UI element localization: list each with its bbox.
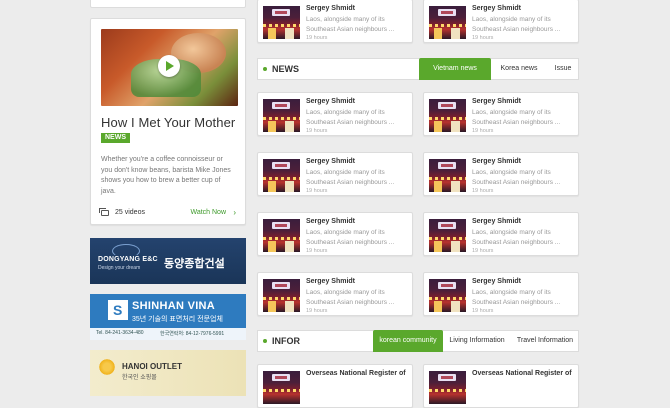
news-card[interactable]: Sergey Shmidt Laos, alongside many of it… — [423, 0, 579, 43]
tab-issue[interactable]: Issue — [546, 58, 580, 80]
section-title: INFOR — [272, 336, 300, 346]
news-author: Sergey Shmidt — [472, 5, 522, 12]
news-excerpt: Laos, alongside many of its Southeast As… — [306, 229, 395, 246]
news-time: 19 hours — [306, 308, 328, 314]
ad-brand: HANOI OUTLET — [122, 362, 182, 371]
video-library-icon — [99, 208, 109, 216]
news-thumbnail — [263, 279, 300, 312]
news-time: 19 hours — [306, 35, 328, 41]
tab-vietnam-news[interactable]: Vietnam news — [419, 58, 491, 80]
news-thumbnail — [263, 219, 300, 252]
video-footer: 25 videos Watch Now › — [99, 208, 238, 221]
infor-card[interactable]: Overseas National Register of — [257, 364, 413, 408]
infor-title: Overseas National Register of — [472, 370, 572, 377]
play-icon[interactable] — [158, 55, 180, 77]
news-excerpt: Laos, alongside many of its Southeast As… — [472, 16, 561, 33]
infor-card[interactable]: Overseas National Register of — [423, 364, 579, 408]
news-section-header: NEWS Vietnam news Korea news Issue — [257, 58, 579, 80]
news-card[interactable]: Sergey Shmidt Laos, alongside many of it… — [257, 152, 413, 196]
video-thumbnail[interactable] — [101, 29, 238, 106]
video-title[interactable]: How I Met Your Mother — [101, 115, 235, 130]
news-author: Sergey Shmidt — [306, 5, 356, 12]
news-thumbnail — [429, 99, 466, 132]
news-time: 19 hours — [472, 248, 494, 254]
ad-phone: Tel. 84-241-3634-480 — [96, 330, 144, 336]
video-card: How I Met Your Mother NEWS Whether you'r… — [90, 18, 246, 225]
flower-icon — [98, 358, 116, 376]
infor-thumbnail — [429, 371, 466, 404]
news-time: 19 hours — [306, 248, 328, 254]
ad-brand: DONGYANG E&C — [98, 256, 158, 263]
tab-korea-news[interactable]: Korea news — [492, 58, 546, 80]
section-bullet-icon — [263, 339, 267, 343]
ad-korean-text: 35년 기술의 표면처리 전문업체 — [132, 316, 223, 323]
ad-dongyang[interactable]: DONGYANG E&C Design your dream 동양종합건설 — [90, 238, 246, 284]
ad-contact-strip: Tel. 84-241-3634-480 한국연락처: 84-12-7976-5… — [90, 328, 246, 340]
news-card[interactable]: Sergey Shmidt Laos, alongside many of it… — [257, 272, 413, 316]
news-excerpt: Laos, alongside many of its Southeast As… — [306, 289, 395, 306]
news-author: Sergey Shmidt — [472, 218, 522, 225]
news-card[interactable]: Sergey Shmidt Laos, alongside many of it… — [257, 0, 413, 43]
news-thumbnail — [263, 159, 300, 192]
news-badge: NEWS — [101, 133, 130, 143]
section-title: NEWS — [272, 64, 299, 74]
news-card[interactable]: Sergey Shmidt Laos, alongside many of it… — [257, 212, 413, 256]
watch-now-link[interactable]: Watch Now — [190, 209, 226, 216]
video-count: 25 videos — [115, 209, 145, 216]
news-author: Sergey Shmidt — [306, 278, 356, 285]
news-excerpt: Laos, alongside many of its Southeast As… — [306, 109, 395, 126]
news-author: Sergey Shmidt — [306, 98, 356, 105]
news-excerpt: Laos, alongside many of its Southeast As… — [472, 289, 561, 306]
news-thumbnail — [429, 6, 466, 39]
infor-thumbnail — [263, 371, 300, 404]
section-bullet-icon — [263, 67, 267, 71]
tab-living-information[interactable]: Living Information — [444, 330, 510, 352]
news-author: Sergey Shmidt — [472, 158, 522, 165]
infor-section-header: INFOR korean community Living Informatio… — [257, 330, 579, 352]
previous-card — [90, 0, 246, 8]
news-author: Sergey Shmidt — [472, 278, 522, 285]
news-card[interactable]: Sergey Shmidt Laos, alongside many of it… — [423, 272, 579, 316]
ad-phone-korea: 한국연락처: 84-12-7976-5991 — [160, 331, 225, 337]
ad-slogan: Design your dream — [98, 265, 141, 271]
news-time: 19 hours — [472, 188, 494, 194]
news-author: Sergey Shmidt — [306, 218, 356, 225]
news-excerpt: Laos, alongside many of its Southeast As… — [472, 229, 561, 246]
news-card[interactable]: Sergey Shmidt Laos, alongside many of it… — [423, 212, 579, 256]
news-excerpt: Laos, alongside many of its Southeast As… — [472, 169, 561, 186]
news-card[interactable]: Sergey Shmidt Laos, alongside many of it… — [423, 152, 579, 196]
chevron-right-icon[interactable]: › — [233, 208, 236, 217]
news-thumbnail — [263, 99, 300, 132]
news-time: 19 hours — [472, 35, 494, 41]
news-thumbnail — [429, 279, 466, 312]
ad-shinhan[interactable]: SHINHAN VINA 35년 기술의 표면처리 전문업체 Tel. 84-2… — [90, 294, 246, 340]
video-description: Whether you're a coffee connoisseur or y… — [101, 156, 231, 195]
news-thumbnail — [429, 219, 466, 252]
ad-hanoi-outlet[interactable]: HANOI OUTLET 한국인 쇼핑몰 — [90, 350, 246, 396]
news-time: 19 hours — [306, 188, 328, 194]
news-time: 19 hours — [472, 308, 494, 314]
news-excerpt: Laos, alongside many of its Southeast As… — [306, 16, 395, 33]
news-author: Sergey Shmidt — [472, 98, 522, 105]
shinhan-logo-icon — [108, 300, 128, 320]
news-author: Sergey Shmidt — [306, 158, 356, 165]
news-excerpt: Laos, alongside many of its Southeast As… — [472, 109, 561, 126]
news-time: 19 hours — [472, 128, 494, 134]
infor-title: Overseas National Register of — [306, 370, 406, 377]
news-time: 19 hours — [306, 128, 328, 134]
tab-travel-information[interactable]: Travel Information — [510, 330, 580, 352]
news-thumbnail — [263, 6, 300, 39]
tab-korean-community[interactable]: korean community — [373, 330, 443, 352]
ad-korean-text: 동양종합건설 — [164, 258, 225, 270]
news-card[interactable]: Sergey Shmidt Laos, alongside many of it… — [257, 92, 413, 136]
ad-brand: SHINHAN VINA — [132, 300, 216, 312]
news-thumbnail — [429, 159, 466, 192]
news-excerpt: Laos, alongside many of its Southeast As… — [306, 169, 395, 186]
news-card[interactable]: Sergey Shmidt Laos, alongside many of it… — [423, 92, 579, 136]
